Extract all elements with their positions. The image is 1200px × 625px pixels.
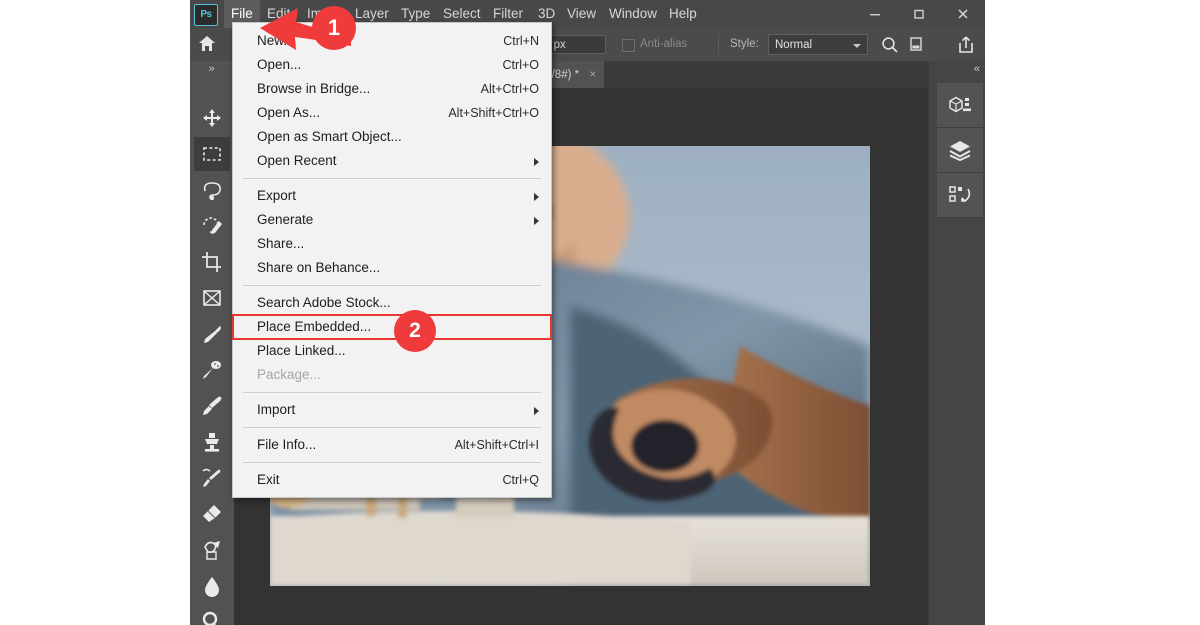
quick-selection-tool[interactable] bbox=[194, 209, 230, 243]
submenu-arrow-icon bbox=[534, 217, 539, 225]
move-tool[interactable] bbox=[194, 101, 230, 135]
anti-alias-checkbox[interactable] bbox=[622, 39, 635, 52]
menu-item-label: Exit bbox=[257, 472, 280, 487]
rectangular-marquee-tool[interactable] bbox=[194, 137, 230, 171]
menu-item-generate[interactable]: Generate bbox=[233, 208, 551, 232]
menu-item-place-linked[interactable]: Place Linked... bbox=[233, 339, 551, 363]
menu-separator bbox=[243, 462, 541, 463]
spot-healing-brush-tool[interactable] bbox=[194, 353, 230, 387]
menu-item-export[interactable]: Export bbox=[233, 184, 551, 208]
menu-item-shortcut: Alt+Ctrl+O bbox=[480, 82, 539, 96]
menu-item-import[interactable]: Import bbox=[233, 398, 551, 422]
search-icon[interactable] bbox=[880, 35, 900, 60]
share-icon[interactable] bbox=[955, 34, 977, 61]
style-select-value: Normal bbox=[775, 39, 813, 51]
maximize-button[interactable] bbox=[897, 0, 941, 28]
menu-item-shortcut: Ctrl+Q bbox=[502, 473, 539, 487]
menu-item-label: File Info... bbox=[257, 437, 317, 452]
annotation-badge-2: 2 bbox=[394, 310, 436, 352]
tools-panel: » bbox=[190, 61, 235, 625]
submenu-arrow-icon bbox=[534, 158, 539, 166]
menu-item-open-recent[interactable]: Open Recent bbox=[233, 149, 551, 173]
submenu-arrow-icon bbox=[534, 407, 539, 415]
menu-item-share-on-behance[interactable]: Share on Behance... bbox=[233, 256, 551, 280]
menu-item-file-info[interactable]: File Info... Alt+Shift+Ctrl+I bbox=[233, 433, 551, 457]
menu-item-label: Open Recent bbox=[257, 153, 337, 168]
collapse-toolbar-button[interactable]: » bbox=[190, 61, 234, 79]
menu-item-label: Export bbox=[257, 188, 297, 203]
lasso-tool[interactable] bbox=[194, 173, 230, 207]
properties-panel-icon[interactable] bbox=[937, 83, 983, 128]
menu-item-label: Open... bbox=[257, 57, 302, 72]
menu-item-open-as-smart-object[interactable]: Open as Smart Object... bbox=[233, 125, 551, 149]
menu-item-label: Import bbox=[257, 402, 296, 417]
style-select[interactable]: Normal bbox=[768, 34, 868, 55]
menu-separator bbox=[243, 427, 541, 428]
menu-item-label: Place Linked... bbox=[257, 343, 346, 358]
frame-tool[interactable] bbox=[194, 281, 230, 315]
close-button[interactable] bbox=[941, 0, 985, 28]
menubar-item-window[interactable]: Window bbox=[602, 0, 664, 28]
history-brush-tool[interactable] bbox=[194, 461, 230, 495]
menu-item-shortcut: Ctrl+O bbox=[502, 58, 539, 72]
style-label: Style: bbox=[730, 38, 759, 50]
menu-item-label: Browse in Bridge... bbox=[257, 81, 371, 96]
brush-tool[interactable] bbox=[194, 389, 230, 423]
menu-item-label: Share... bbox=[257, 236, 305, 251]
menu-item-label: Share on Behance... bbox=[257, 260, 381, 275]
menu-item-label: Generate bbox=[257, 212, 314, 227]
clone-stamp-tool[interactable] bbox=[194, 425, 230, 459]
right-dock: « bbox=[928, 61, 985, 625]
menu-item-place-embedded[interactable]: Place Embedded... bbox=[232, 314, 552, 340]
menu-separator bbox=[243, 285, 541, 286]
dodge-tool[interactable] bbox=[194, 605, 230, 625]
menu-item-shortcut: Alt+Shift+Ctrl+I bbox=[454, 438, 539, 452]
workspace-icon[interactable] bbox=[908, 36, 926, 59]
layers-panel-icon[interactable] bbox=[937, 128, 983, 173]
options-divider bbox=[718, 34, 719, 55]
photoshop-logo: Ps bbox=[194, 4, 218, 26]
menu-item-search-adobe-stock[interactable]: Search Adobe Stock... bbox=[233, 291, 551, 315]
menubar-item-view[interactable]: View bbox=[560, 0, 603, 28]
menu-item-shortcut: Alt+Shift+Ctrl+O bbox=[448, 106, 539, 120]
chevron-down-icon bbox=[853, 44, 861, 48]
anti-alias-label: Anti-alias bbox=[640, 38, 688, 50]
eyedropper-tool[interactable] bbox=[194, 317, 230, 351]
submenu-arrow-icon bbox=[534, 193, 539, 201]
menu-item-label: Place Embedded... bbox=[257, 319, 372, 334]
close-icon[interactable]: × bbox=[589, 67, 596, 81]
menu-separator bbox=[243, 178, 541, 179]
menu-item-label: Open as Smart Object... bbox=[257, 129, 402, 144]
menu-separator bbox=[243, 392, 541, 393]
menu-item-label: Open As... bbox=[257, 105, 321, 120]
annotation-badge-1: 1 bbox=[312, 6, 356, 50]
collapse-dock-button[interactable]: « bbox=[974, 63, 981, 75]
gradient-tool[interactable] bbox=[194, 533, 230, 567]
history-panel-icon[interactable] bbox=[937, 173, 983, 218]
menu-item-share[interactable]: Share... bbox=[233, 232, 551, 256]
home-icon[interactable] bbox=[195, 32, 221, 57]
menu-item-browse-in-bridge[interactable]: Browse in Bridge... Alt+Ctrl+O bbox=[233, 77, 551, 101]
menu-item-shortcut: Ctrl+N bbox=[503, 34, 539, 48]
photoshop-window: Ps FileEditImageLayerTypeSelectFilter3DV… bbox=[190, 0, 985, 625]
crop-tool[interactable] bbox=[194, 245, 230, 279]
menu-item-label: Package... bbox=[257, 367, 321, 382]
menu-item-package: Package... bbox=[233, 363, 551, 387]
menu-item-exit[interactable]: Exit Ctrl+Q bbox=[233, 468, 551, 492]
menu-item-label: Search Adobe Stock... bbox=[257, 295, 391, 310]
blur-tool[interactable] bbox=[194, 569, 230, 603]
menu-item-open-as[interactable]: Open As... Alt+Shift+Ctrl+O bbox=[233, 101, 551, 125]
minimize-button[interactable] bbox=[853, 0, 897, 28]
eraser-tool[interactable] bbox=[194, 497, 230, 531]
menubar-item-help[interactable]: Help bbox=[662, 0, 704, 28]
file-menu[interactable]: New... Ctrl+N Open... Ctrl+O Browse in Bridg… bbox=[232, 22, 552, 498]
